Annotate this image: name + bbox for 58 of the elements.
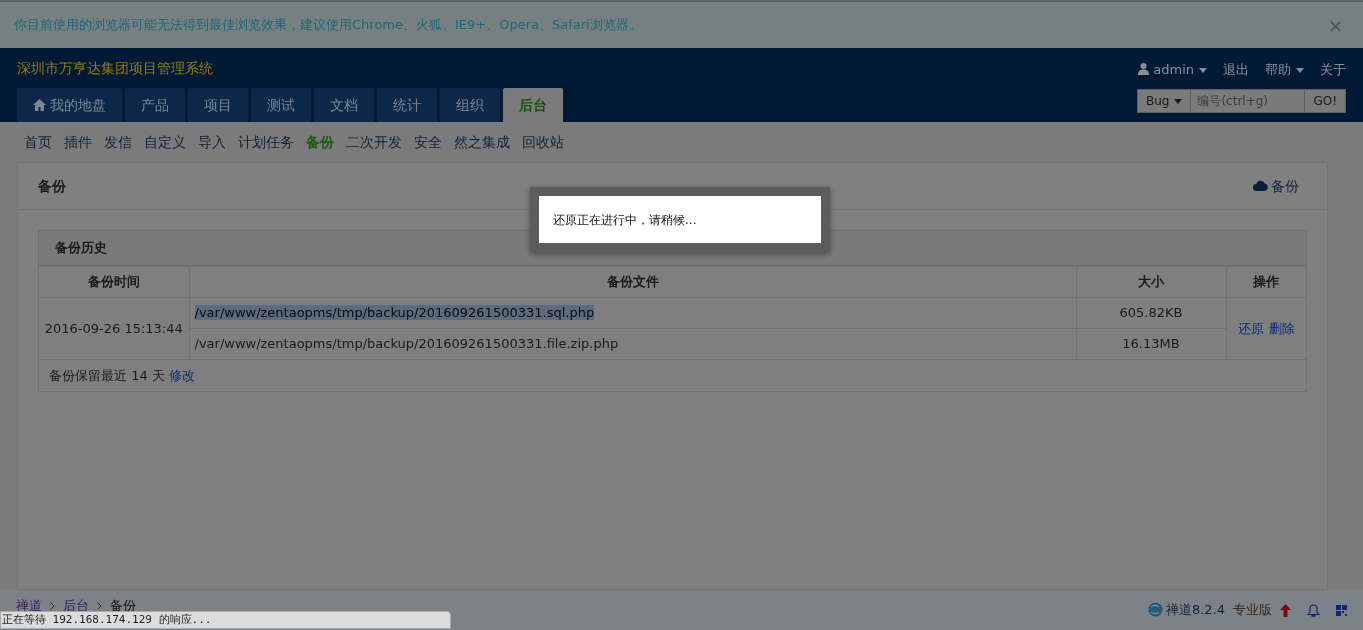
close-button[interactable]: × [1321, 10, 1349, 40]
brand-title: 深圳市万亨达集团项目管理系统 [17, 59, 214, 78]
bell-icon[interactable] [1307, 603, 1320, 617]
header-link[interactable]: 关于 [1320, 60, 1346, 80]
go-button[interactable]: GO! [1305, 89, 1345, 112]
user-menu[interactable]: admin [1138, 60, 1207, 80]
nav-tab[interactable]: 后台 [503, 88, 563, 122]
subnav-link[interactable]: 导入 [198, 131, 226, 153]
subnav-link[interactable]: 然之集成 [454, 131, 510, 153]
subnav-link[interactable]: 自定义 [144, 131, 186, 153]
alert-message: 你目前使用的浏览器可能无法得到最佳浏览效果，建议使用Chrome、火狐、IE9+、Opera、Safari浏览器。 [14, 16, 642, 35]
retention-text: 备份保留最近 14 天 [49, 366, 165, 385]
file-path: /var/www/zentaopms/tmp/backup/201609261500331.sql.php [194, 305, 595, 321]
subnav-link[interactable]: 插件 [64, 131, 92, 153]
user-icon [1138, 63, 1150, 75]
nav-tab[interactable]: 产品 [125, 88, 185, 122]
column-header: 备份文件 [189, 266, 1076, 298]
action-link[interactable]: 还原 [1237, 320, 1264, 336]
caret-icon [1296, 68, 1304, 73]
nav-tab[interactable]: 测试 [251, 88, 311, 122]
upgrade-arrow-icon[interactable] [1280, 603, 1291, 617]
nav-tab[interactable]: 我的地盘 [17, 88, 122, 122]
backup-link[interactable]: 备份 [1253, 175, 1299, 197]
home-icon [33, 98, 46, 111]
subnav-link[interactable]: 计划任务 [238, 131, 294, 153]
panel-title: 备份 [38, 176, 66, 196]
edit-link[interactable]: 修改 [168, 365, 195, 386]
header-link[interactable]: 退出 [1223, 60, 1249, 80]
subnav-link[interactable]: 备份 [306, 131, 334, 153]
action-link[interactable]: 删除 [1268, 320, 1295, 336]
nav-tab[interactable]: 文档 [314, 88, 374, 122]
cloud-icon [1253, 179, 1268, 191]
modal-message: 还原正在进行中，请稍候... [539, 196, 821, 243]
file-path: /var/www/zentaopms/tmp/backup/201609261500331.file.zip.php [194, 336, 619, 352]
header-link[interactable]: 帮助 [1265, 60, 1304, 80]
globe-icon [1147, 602, 1163, 618]
chevron-icon [97, 602, 102, 610]
column-header: 大小 [1076, 266, 1226, 298]
chevron-icon [50, 602, 55, 610]
subnav-link[interactable]: 安全 [414, 131, 442, 153]
search-type-dropdown[interactable]: Bug [1137, 89, 1191, 112]
nav-tab[interactable]: 统计 [377, 88, 437, 122]
column-header: 操作 [1226, 266, 1306, 298]
qr-code-icon[interactable] [1336, 604, 1347, 616]
caret-icon [1174, 98, 1183, 104]
subnav-link[interactable]: 二次开发 [346, 131, 402, 153]
status-tooltip: 正在等待 192.168.174.129 的响应... [0, 611, 451, 629]
edition-link[interactable]: 专业版 [1233, 600, 1272, 620]
subnav-link[interactable]: 回收站 [522, 131, 564, 153]
nav-tab[interactable]: 组织 [440, 88, 500, 122]
column-header: 备份时间 [39, 266, 189, 298]
caret-icon [1199, 68, 1207, 73]
table-cell: 605.82KB [1076, 297, 1226, 329]
nav-tab[interactable]: 项目 [188, 88, 248, 122]
version-link[interactable]: 禅道8.2.4 [1147, 600, 1225, 620]
subnav-link[interactable]: 首页 [24, 131, 52, 153]
table-cell: 2016-09-26 15:13:44 [39, 297, 189, 360]
subnav-link[interactable]: 发信 [104, 131, 132, 153]
